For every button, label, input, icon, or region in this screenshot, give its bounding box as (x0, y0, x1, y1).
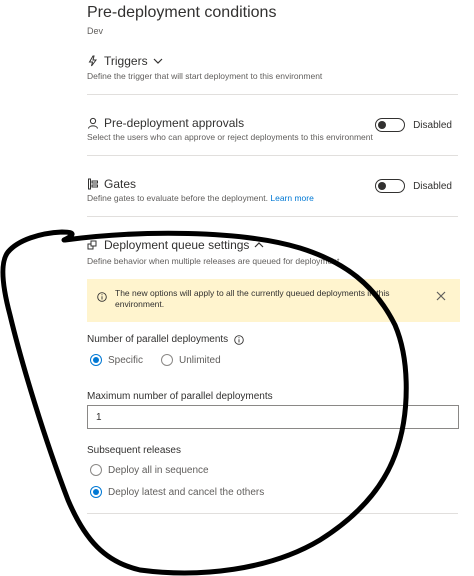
radio-unlimited[interactable]: Unlimited (161, 354, 221, 366)
radio-button[interactable] (90, 354, 102, 366)
info-banner: The new options will apply to all the cu… (87, 279, 460, 322)
approvals-toggle[interactable] (375, 118, 406, 132)
queue-settings-label: Deployment queue settings (104, 238, 250, 252)
info-icon (97, 289, 107, 302)
radio-specific-label: Specific (108, 354, 144, 366)
chevron-up-icon[interactable] (254, 241, 264, 249)
radio-button[interactable] (161, 354, 173, 366)
gates-toggle-group: Disabled (375, 179, 452, 193)
gates-description: Define gates to evaluate before the depl… (87, 193, 314, 203)
triggers-description: Define the trigger that will start deplo… (87, 71, 323, 81)
radio-deploy-latest[interactable]: Deploy latest and cancel the others (90, 486, 264, 498)
divider (87, 94, 458, 95)
learn-more-link[interactable]: Learn more (270, 193, 313, 203)
environment-name: Dev (87, 26, 104, 36)
divider (87, 513, 458, 514)
gates-description-text: Define gates to evaluate before the depl… (87, 193, 268, 203)
info-icon[interactable] (234, 334, 244, 345)
approvals-label: Pre-deployment approvals (104, 116, 245, 130)
gates-toggle[interactable] (375, 179, 406, 193)
radio-specific[interactable]: Specific (90, 354, 143, 366)
gates-toggle-state: Disabled (413, 180, 452, 192)
divider (87, 155, 458, 156)
approvals-description: Select the users who can approve or reje… (87, 132, 373, 142)
info-banner-message: The new options will apply to all the cu… (115, 288, 390, 310)
queue-icon (87, 239, 99, 251)
queue-settings-header[interactable]: Deployment queue settings (87, 238, 264, 252)
close-icon[interactable] (436, 288, 446, 306)
radio-button[interactable] (90, 464, 102, 476)
radio-deploy-all-label: Deploy all in sequence (108, 464, 209, 476)
chevron-down-icon[interactable] (153, 57, 163, 65)
divider (87, 216, 458, 217)
gates-header: Gates (87, 177, 136, 191)
triggers-header[interactable]: Triggers (87, 54, 163, 68)
triggers-label: Triggers (104, 54, 148, 68)
parallel-deployments-label: Number of parallel deployments (87, 334, 244, 345)
radio-unlimited-label: Unlimited (179, 354, 221, 366)
approvals-header: Pre-deployment approvals (87, 116, 244, 130)
person-icon (87, 117, 99, 129)
radio-deploy-all-in-sequence[interactable]: Deploy all in sequence (90, 464, 209, 476)
page-title: Pre-deployment conditions (87, 4, 277, 21)
lightning-icon (87, 55, 99, 67)
subsequent-releases-label: Subsequent releases (87, 445, 181, 456)
approvals-toggle-group: Disabled (375, 118, 452, 132)
max-parallel-label: Maximum number of parallel deployments (87, 391, 273, 402)
queue-settings-description: Define behavior when multiple releases a… (87, 256, 342, 266)
parallel-deployments-label-text: Number of parallel deployments (87, 334, 229, 345)
radio-button[interactable] (90, 486, 102, 498)
gates-icon (87, 178, 99, 190)
radio-deploy-latest-label: Deploy latest and cancel the others (108, 486, 265, 498)
approvals-toggle-state: Disabled (413, 119, 452, 131)
gates-label: Gates (104, 177, 137, 191)
max-parallel-input[interactable] (87, 405, 459, 429)
